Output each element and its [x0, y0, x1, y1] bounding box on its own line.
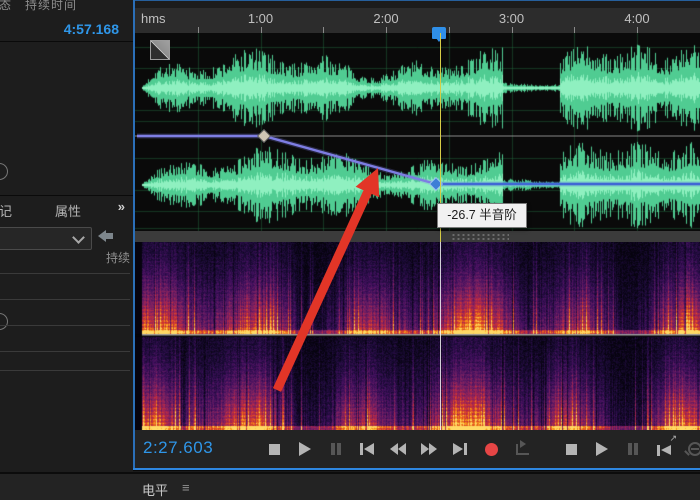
divider	[0, 370, 130, 371]
playhead-line	[440, 242, 441, 430]
modifier-arrow-icon: ↗	[669, 433, 677, 443]
play-icon	[299, 442, 311, 456]
envelope-value-tooltip: -26.7 半音阶	[437, 203, 527, 228]
transport-group-2: ↗	[560, 430, 700, 468]
loop-icon	[515, 439, 529, 455]
clipped-icon	[0, 163, 8, 180]
rewind-icon	[390, 443, 406, 455]
current-time-display[interactable]: 2:27.603	[143, 438, 213, 458]
transport-pause-button[interactable]	[325, 437, 347, 461]
move-playhead-icon	[657, 443, 671, 456]
transport-pause-button[interactable]	[622, 437, 644, 461]
pause-icon	[628, 443, 638, 455]
left-sidebar: 状态 持续时间 4:57.168 标记 属性 » 持续	[0, 0, 133, 472]
ruler-label-1:00: 1:00	[247, 11, 274, 26]
sidebar-tab-bar: 标记 属性 »	[0, 197, 133, 222]
transport-play-button[interactable]	[591, 437, 613, 461]
spectrogram-canvas[interactable]	[135, 242, 700, 430]
panel-menu-icon[interactable]: ≡	[182, 480, 190, 495]
total-duration-value: 4:57.168	[63, 21, 119, 37]
tab-overflow-icon[interactable]: »	[118, 199, 125, 214]
transport-zoom-out-button[interactable]	[684, 437, 700, 461]
transport-move-playhead-button[interactable]: ↗	[653, 433, 677, 461]
ruler-unit-label: hms	[141, 11, 166, 26]
play-icon	[596, 442, 608, 456]
spectrogram-display[interactable]	[135, 242, 700, 430]
tab-markers[interactable]: 标记	[0, 201, 12, 220]
duration-column-label: 持续时间	[25, 0, 78, 12]
transport-skip-to-end-button[interactable]	[449, 437, 471, 461]
transport-skip-to-start-button[interactable]	[356, 437, 378, 461]
skip-to-start-icon	[360, 443, 374, 455]
pause-icon	[331, 443, 341, 455]
ruler-label-3:00: 3:00	[498, 11, 525, 26]
zoom-out-icon	[688, 442, 700, 456]
ruler-top-strip	[135, 1, 700, 8]
transport-loop-button[interactable]	[511, 437, 533, 461]
divider	[0, 41, 133, 42]
ruler-label-4:00: 4:00	[624, 11, 650, 26]
chevron-down-icon	[72, 231, 85, 244]
transport-bar: 2:27.603 ↗	[135, 430, 700, 468]
transport-stop-button[interactable]	[263, 437, 285, 461]
waveform-editor-panel: hms 1:00 2:00 3:00 4:00 -26.7 半音阶 2:27.6…	[133, 0, 700, 471]
tab-properties[interactable]: 属性	[55, 201, 81, 220]
levels-panel-title: 电平	[142, 483, 169, 498]
scrollbar-grip[interactable]	[451, 233, 509, 240]
sidebar-column-headers: 状态 持续时间	[0, 0, 146, 13]
marker-type-dropdown[interactable]	[0, 227, 92, 250]
divider	[0, 273, 130, 274]
clipped-icon	[0, 313, 8, 330]
transport-play-button[interactable]	[294, 437, 316, 461]
divider	[0, 325, 130, 326]
fast-forward-icon	[421, 443, 437, 455]
panel-border	[133, 468, 700, 470]
skip-to-end-icon	[453, 443, 467, 455]
waveform-canvas[interactable]	[135, 33, 700, 231]
levels-panel: 电平 ≡	[0, 472, 700, 500]
divider	[0, 351, 130, 352]
transport-fast-forward-button[interactable]	[418, 437, 440, 461]
transport-stop-button[interactable]	[560, 437, 582, 461]
playhead-handle[interactable]	[432, 27, 446, 42]
audition-app: 状态 持续时间 4:57.168 标记 属性 » 持续 hms	[0, 0, 700, 500]
transport-record-button[interactable]	[480, 437, 502, 461]
ruler-label-2:00: 2:00	[373, 11, 399, 26]
divider	[0, 195, 133, 196]
transport-group-1	[263, 430, 533, 468]
horizontal-scrollbar[interactable]	[135, 231, 700, 242]
clip-gain-icon[interactable]	[150, 40, 170, 60]
record-icon	[484, 442, 498, 456]
duration-label: 持续	[105, 251, 130, 265]
stop-icon	[268, 443, 280, 455]
waveform-display[interactable]	[135, 33, 700, 231]
divider	[0, 299, 130, 300]
stop-icon	[565, 443, 577, 455]
status-column-label: 状态	[0, 0, 13, 12]
timeline-ruler[interactable]: hms 1:00 2:00 3:00 4:00	[135, 8, 700, 33]
transport-rewind-button[interactable]	[387, 437, 409, 461]
back-arrow-icon[interactable]	[98, 230, 114, 242]
